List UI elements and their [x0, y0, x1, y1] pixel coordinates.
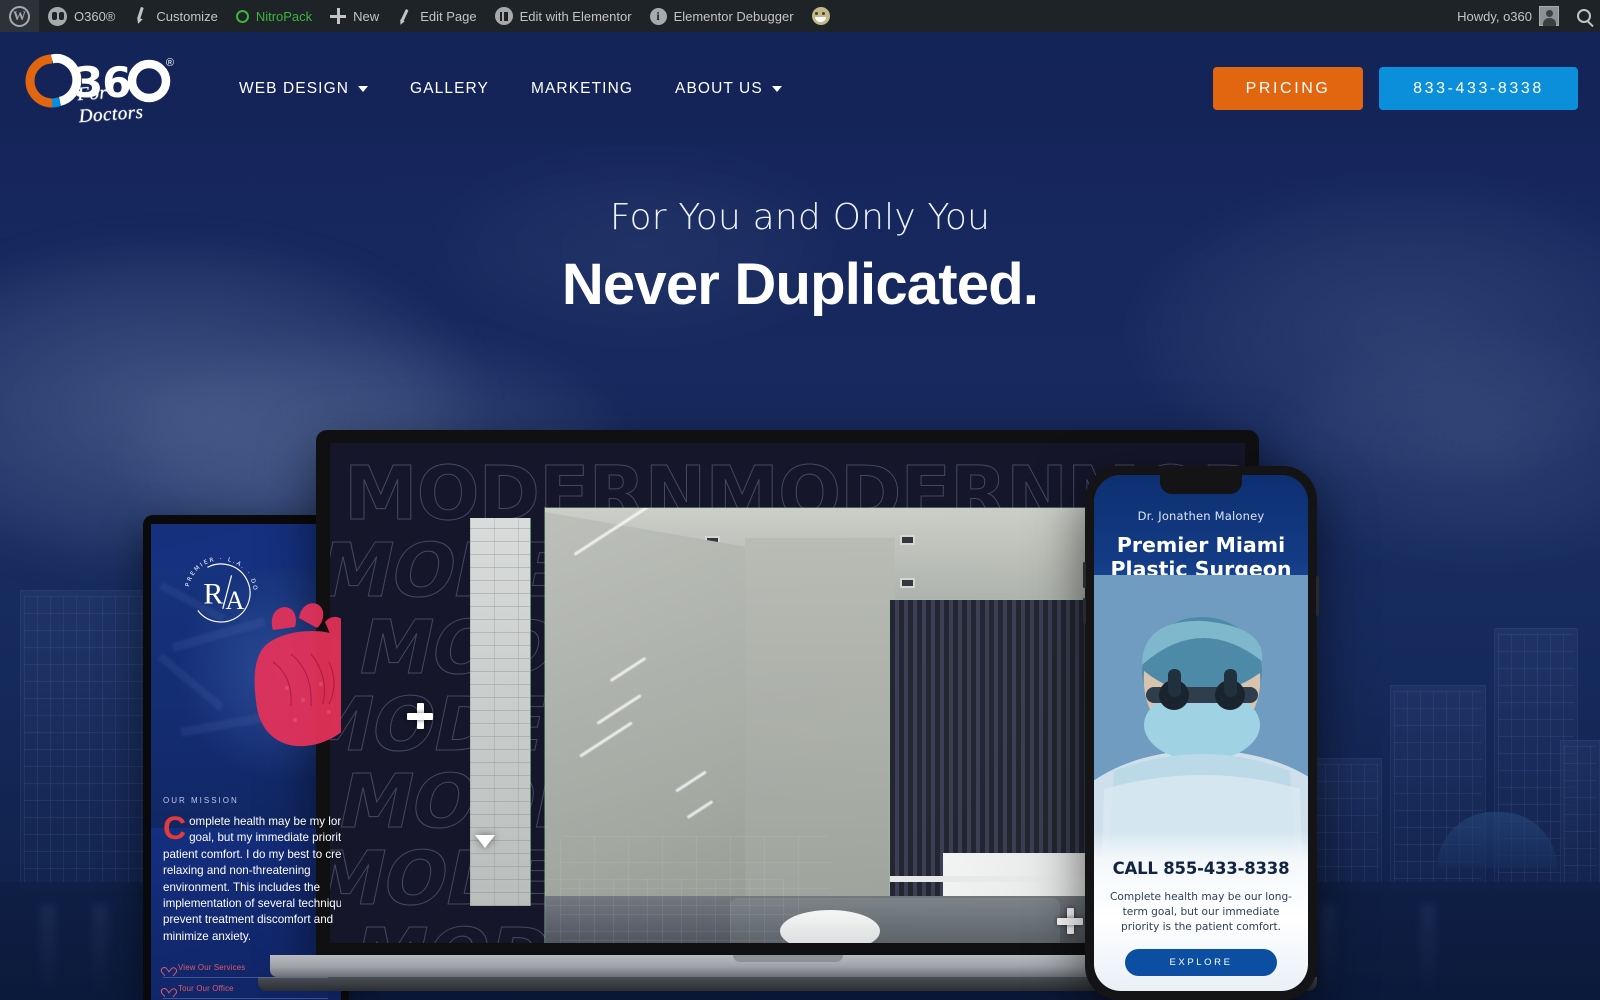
phone-screen: Dr. Jonathen Maloney Premier Miami Plast… — [1094, 475, 1308, 991]
adminbar-elementor-debugger[interactable]: Elementor Debugger — [641, 0, 803, 32]
adminbar-search[interactable] — [1568, 0, 1600, 32]
heart-icon — [163, 985, 172, 993]
adminbar-customize-label: Customize — [156, 8, 218, 24]
wordpress-admin-bar: O360® Customize NitroPack New Edit Page … — [0, 0, 1600, 32]
tablet-link-label: View Our Services — [178, 963, 246, 973]
adminbar-new-label: New — [353, 8, 380, 24]
phone-power-button[interactable] — [1316, 576, 1319, 616]
phone-button[interactable]: 833-433-8338 — [1379, 67, 1578, 110]
mission-text: omplete health may be my long-term goal,… — [163, 815, 341, 943]
chevron-down-icon — [358, 85, 369, 92]
search-icon — [1577, 9, 1591, 23]
adminbar-edit-page-label: Edit Page — [420, 8, 477, 24]
adminbar-edit-with-elementor[interactable]: Edit with Elementor — [486, 0, 641, 32]
chevron-down-icon — [771, 85, 782, 92]
tablet-screen: PREMIER · L.A. · DOCTOR R A — [151, 524, 341, 1000]
header-cta-group: PRICING 833-433-8338 — [1213, 67, 1578, 110]
phone-hero-title: Premier Miami Plastic Surgeon — [1094, 533, 1308, 581]
info-icon — [649, 7, 667, 25]
tablet-link-item[interactable]: View Our Services — [163, 957, 328, 979]
adminbar-site-name[interactable]: O360® — [39, 0, 124, 32]
nav-item-gallery[interactable]: GALLERY — [389, 69, 510, 109]
tablet-link-label: Tour Our Office — [178, 984, 234, 994]
mission-paragraph: Complete health may be my long-term goal… — [163, 810, 341, 945]
phone-body-text: Complete health may be our long-term goa… — [1110, 891, 1292, 933]
laptop-notch — [732, 955, 843, 962]
hotspot-plus-icon[interactable] — [407, 703, 433, 729]
mission-dropcap: C — [163, 810, 187, 846]
hero-text-block: For You and Only You Never Duplicated. — [0, 197, 1600, 318]
site-header: 36 ® For Doctors WEB DESIGN GALLERY MARK… — [0, 32, 1600, 145]
phone-mockup: Dr. Jonathen Maloney Premier Miami Plast… — [1083, 466, 1319, 1000]
hotspot-triangle-icon[interactable] — [475, 835, 495, 848]
adminbar-wp-logo[interactable] — [0, 0, 39, 32]
adminbar-my-account[interactable]: Howdy, o360 — [1448, 0, 1568, 32]
svg-text:A: A — [225, 585, 244, 615]
phone-title-line-1: Premier Miami — [1116, 533, 1286, 557]
adminbar-customize[interactable]: Customize — [124, 0, 226, 32]
pricing-button[interactable]: PRICING — [1213, 67, 1363, 110]
svg-text:R: R — [203, 578, 223, 611]
adminbar-nitropack-label: NitroPack — [255, 8, 313, 24]
explore-button[interactable]: EXPLORE — [1125, 949, 1277, 976]
ra-doctor-badge-logo: PREMIER · L.A. · DOCTOR R A — [177, 549, 256, 623]
smiley-icon — [811, 7, 830, 25]
site-icon — [48, 6, 67, 26]
adminbar-debugger-label: Elementor Debugger — [673, 8, 794, 24]
site-logo[interactable]: 36 ® For Doctors — [22, 53, 174, 127]
adminbar-edit-page[interactable]: Edit Page — [388, 0, 485, 32]
wordpress-logo-icon — [9, 5, 30, 27]
phone-doctor-name: Dr. Jonathen Maloney — [1137, 509, 1265, 523]
hotspot-plus-icon[interactable] — [1057, 908, 1083, 934]
plus-icon — [330, 8, 347, 24]
hero-headline: Never Duplicated. — [561, 252, 1039, 317]
nav-label: ABOUT US — [675, 79, 763, 97]
surgeon-illustration — [1094, 575, 1308, 865]
nav-item-web-design[interactable]: WEB DESIGN — [218, 69, 389, 109]
phone-notch — [1160, 475, 1242, 494]
phone-content-block: CALL 855-433-8338 Complete health may be… — [1094, 831, 1308, 991]
adminbar-site-label: O360® — [74, 8, 116, 24]
adminbar-elementor-label: Edit with Elementor — [519, 8, 632, 24]
page-viewport: 36 ® For Doctors WEB DESIGN GALLERY MARK… — [0, 32, 1600, 1000]
tablet-copy-block: OUR MISSION Complete health may be my lo… — [163, 796, 341, 1000]
nav-label: MARKETING — [530, 79, 634, 97]
phone-volume-up-button[interactable] — [1083, 562, 1086, 588]
nitropack-icon — [235, 9, 249, 23]
phone-volume-down-button[interactable] — [1083, 598, 1086, 624]
nav-item-about-us[interactable]: ABOUT US — [654, 69, 803, 109]
adminbar-nitropack[interactable]: NitroPack — [227, 0, 321, 32]
registered-mark: ® — [165, 56, 174, 69]
main-navigation: WEB DESIGN GALLERY MARKETING ABOUT US — [218, 69, 803, 109]
logo-tagline: For Doctors — [76, 81, 145, 127]
mission-eyebrow: OUR MISSION — [163, 796, 239, 805]
brush-icon — [133, 7, 149, 25]
nav-label: WEB DESIGN — [239, 79, 350, 97]
nav-item-marketing[interactable]: MARKETING — [510, 69, 654, 109]
device-mockup-stage: PREMIER · L.A. · DOCTOR R A — [0, 32, 1600, 1000]
elementor-icon — [494, 7, 513, 25]
nav-label: GALLERY — [410, 79, 489, 97]
phone-call-heading: CALL 855-433-8338 — [1112, 859, 1290, 878]
howdy-label: Howdy, o360 — [1457, 8, 1532, 24]
hero-eyebrow: For You and Only You — [609, 197, 991, 238]
adminbar-smiley[interactable] — [803, 0, 839, 32]
heart-icon — [163, 964, 172, 972]
tablet-link-list: View Our Services Tour Our Office Meet O… — [163, 957, 341, 1000]
pencil-icon — [397, 8, 413, 25]
avatar — [1539, 6, 1559, 26]
surgeon-photo — [1094, 575, 1308, 865]
adminbar-right-group: Howdy, o360 — [1448, 0, 1600, 32]
adminbar-new[interactable]: New — [321, 0, 388, 32]
tablet-link-item[interactable]: Tour Our Office — [163, 978, 328, 1000]
